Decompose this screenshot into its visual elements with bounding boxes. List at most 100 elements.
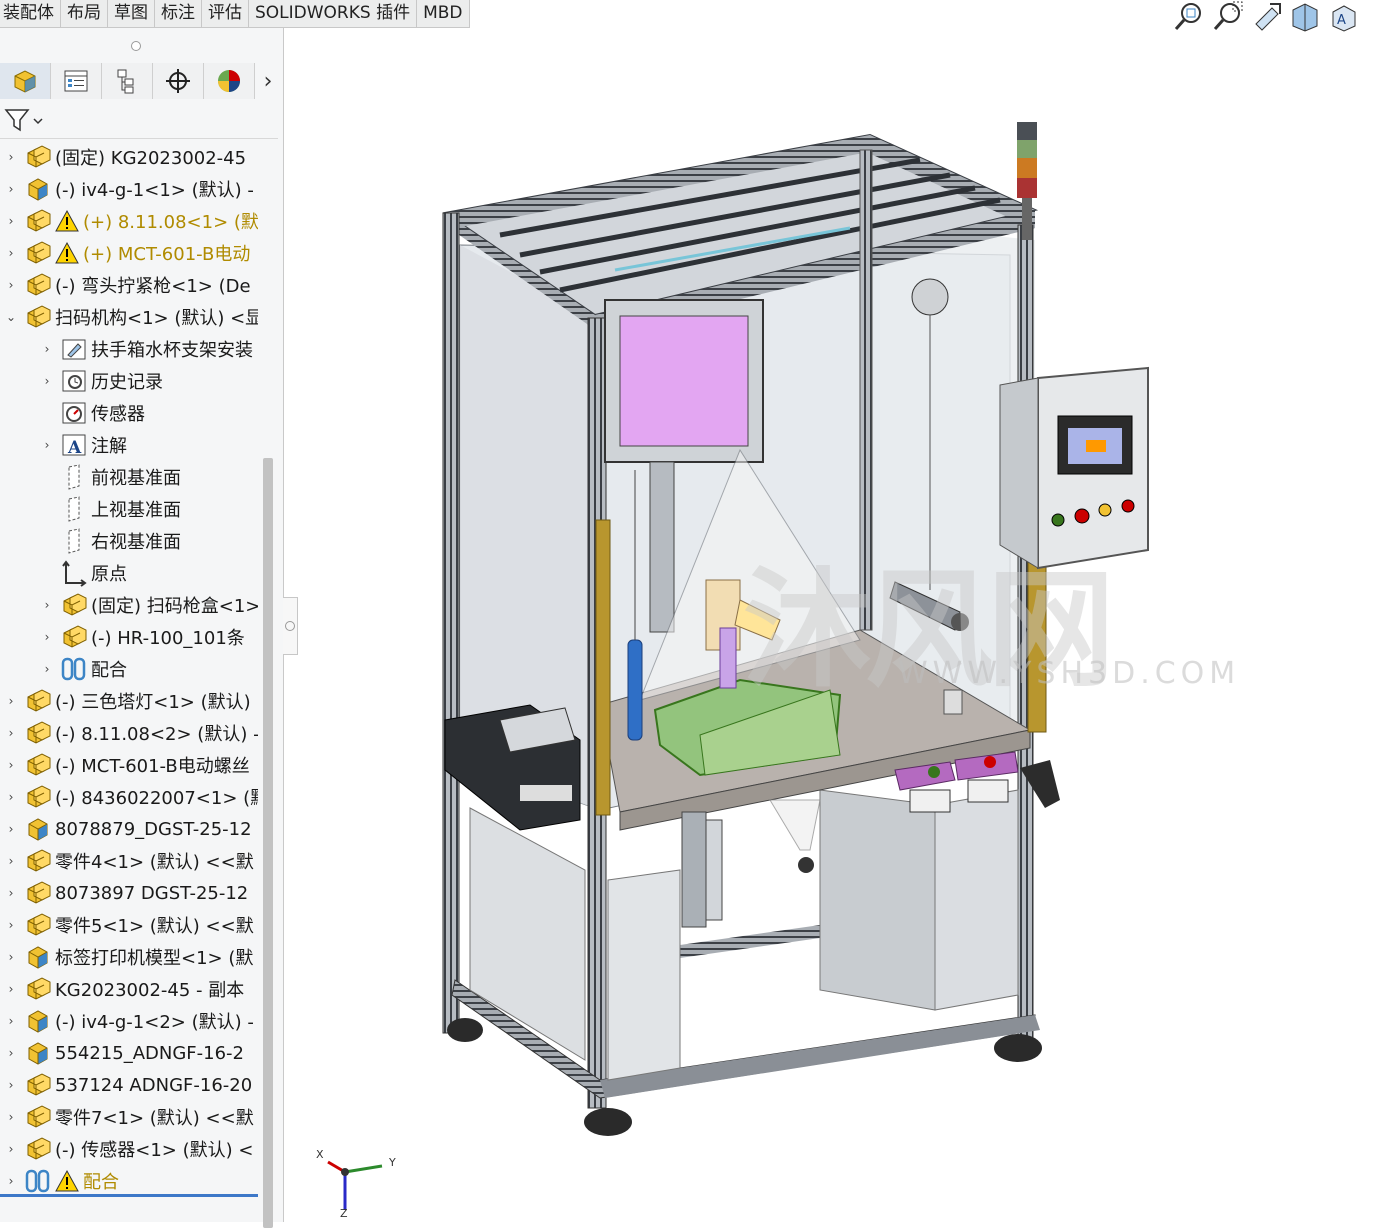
tree-item[interactable]: 右视基准面	[0, 525, 258, 557]
filter-icon[interactable]	[4, 108, 44, 132]
tree-item[interactable]: › (-) 8.11.08<2> (默认) -	[0, 717, 258, 749]
tree-item[interactable]: › (-) 弯头拧紧枪<1> (De	[0, 269, 258, 301]
tree-item[interactable]: › (固定) 扫码枪盒<1>	[0, 589, 258, 621]
command-tab[interactable]: 草图	[108, 0, 155, 28]
previous-view-icon[interactable]	[1250, 0, 1283, 33]
expand-caret-icon[interactable]: ›	[4, 726, 18, 740]
tree-item-label: 零件5<1> (默认) <<默	[55, 916, 254, 937]
tree-item-label: 零件7<1> (默认) <<默	[55, 1108, 254, 1129]
tree-item[interactable]: › (-) HR-100_101条	[0, 621, 258, 653]
configuration-manager-tab[interactable]	[102, 63, 153, 99]
expand-caret-icon[interactable]: ›	[4, 278, 18, 292]
expand-caret-icon[interactable]: ›	[4, 182, 18, 196]
section-view-icon[interactable]	[1289, 0, 1322, 33]
command-tab[interactable]: 装配体	[0, 0, 61, 28]
expand-caret-icon[interactable]: ›	[4, 1078, 18, 1092]
zoom-to-area-icon[interactable]	[1211, 0, 1244, 33]
plane-icon	[60, 495, 88, 523]
tree-item[interactable]: › (+) 8.11.08<1> (默	[0, 205, 258, 237]
dimxpert-manager-tab[interactable]	[153, 63, 204, 99]
tree-item[interactable]: › (-) iv4-g-1<2> (默认) -	[0, 1005, 258, 1037]
view-orientation-icon[interactable]: A	[1328, 0, 1361, 33]
tree-item-label: 传感器	[91, 404, 145, 425]
tree-item[interactable]: › 零件7<1> (默认) <<默	[0, 1101, 258, 1133]
expand-caret-icon[interactable]: ›	[4, 918, 18, 932]
tree-item-label: (-) 三色塔灯<1> (默认)	[55, 692, 251, 713]
tree-item[interactable]: › 8078879_DGST-25-12	[0, 813, 258, 845]
command-tab[interactable]: 评估	[202, 0, 249, 28]
expand-caret-icon[interactable]: ›	[40, 598, 54, 612]
tree-item[interactable]: 原点	[0, 557, 258, 589]
assembly-icon	[24, 303, 52, 331]
expand-caret-icon[interactable]: ›	[40, 342, 54, 356]
tree-item[interactable]: › (-) MCT-601-B电动螺丝	[0, 749, 258, 781]
display-manager-tab[interactable]	[204, 63, 255, 99]
tree-item[interactable]: 上视基准面	[0, 493, 258, 525]
expand-caret-icon[interactable]: ›	[40, 438, 54, 452]
tree-item[interactable]: › 配合	[0, 653, 258, 685]
feature-manager-tab[interactable]	[0, 63, 51, 99]
property-manager-tab[interactable]	[51, 63, 102, 99]
expand-caret-icon[interactable]: ›	[4, 822, 18, 836]
zoom-to-fit-icon[interactable]	[1172, 0, 1205, 33]
tree-item[interactable]: ⌄ 扫码机构<1> (默认) <显	[0, 301, 258, 333]
expand-caret-icon[interactable]: ›	[4, 1142, 18, 1156]
tree-item[interactable]: › 配合	[0, 1165, 258, 1197]
heads-up-view-toolbar: A	[1172, 0, 1361, 33]
expand-caret-icon[interactable]: ›	[40, 630, 54, 644]
expand-caret-icon[interactable]: ›	[4, 246, 18, 260]
tree-item[interactable]: › (-) iv4-g-1<1> (默认) -	[0, 173, 258, 205]
tree-item[interactable]: › 零件5<1> (默认) <<默	[0, 909, 258, 941]
tree-item[interactable]: 前视基准面	[0, 461, 258, 493]
tree-item[interactable]: › (固定) KG2023002-45	[0, 141, 258, 173]
tree-item[interactable]: › 扶手箱水杯支架安装	[0, 333, 258, 365]
tree-item-label: (-) 8436022007<1> (默	[55, 788, 258, 809]
collapse-caret-icon[interactable]: ⌄	[4, 310, 18, 324]
tree-item[interactable]: 传感器	[0, 397, 258, 429]
tree-item[interactable]: › KG2023002-45 - 副本	[0, 973, 258, 1005]
tree-item-label: 537124 ADNGF-16-20	[55, 1074, 253, 1096]
expand-caret-icon[interactable]: ›	[40, 662, 54, 676]
expand-caret-icon[interactable]: ›	[4, 1174, 18, 1188]
tree-item[interactable]: › (-) 传感器<1> (默认) <	[0, 1133, 258, 1165]
expand-caret-icon[interactable]: ›	[4, 950, 18, 964]
assembly-icon	[24, 783, 52, 811]
expand-caret-icon[interactable]: ›	[4, 758, 18, 772]
tree-item[interactable]: › 537124 ADNGF-16-20	[0, 1069, 258, 1101]
assembly-icon	[24, 1103, 52, 1131]
expand-caret-icon[interactable]: ›	[4, 982, 18, 996]
tree-scrollbar[interactable]	[263, 458, 273, 1228]
tree-item[interactable]: › (-) 8436022007<1> (默	[0, 781, 258, 813]
expand-caret-icon[interactable]: ›	[4, 790, 18, 804]
expand-caret-icon[interactable]: ›	[4, 886, 18, 900]
tree-item[interactable]: › (+) MCT-601-B电动	[0, 237, 258, 269]
expand-caret-icon[interactable]: ›	[4, 214, 18, 228]
panel-splitter[interactable]	[283, 597, 298, 655]
property-manager-icon	[64, 70, 88, 92]
graphics-area[interactable]: X Y Z 沐风网 WWW.YSH3D.COM	[298, 0, 1390, 1222]
annotation-icon: A	[60, 431, 88, 459]
expand-caret-icon[interactable]: ›	[4, 150, 18, 164]
tree-item[interactable]: › 标签打印机模型<1> (默	[0, 941, 258, 973]
manager-more-button[interactable]: ›	[255, 63, 281, 99]
tree-item[interactable]: › A 注解	[0, 429, 258, 461]
expand-caret-icon[interactable]: ›	[4, 1046, 18, 1060]
warning-icon	[55, 209, 79, 233]
mates-icon	[60, 655, 88, 683]
assembly-icon	[24, 975, 52, 1003]
expand-caret-icon[interactable]: ›	[4, 854, 18, 868]
expand-caret-icon[interactable]: ›	[4, 694, 18, 708]
tree-item[interactable]: › (-) 三色塔灯<1> (默认)	[0, 685, 258, 717]
tree-item[interactable]: › 零件4<1> (默认) <<默	[0, 845, 258, 877]
panel-grip[interactable]	[131, 41, 141, 51]
tree-item[interactable]: › 历史记录	[0, 365, 258, 397]
command-tab[interactable]: 标注	[155, 0, 202, 28]
command-tab[interactable]: 布局	[61, 0, 108, 28]
tree-item[interactable]: › 8073897 DGST-25-12	[0, 877, 258, 909]
tree-item[interactable]: › 554215_ADNGF-16-2	[0, 1037, 258, 1069]
assembly-icon	[24, 239, 52, 267]
expand-caret-icon[interactable]: ›	[40, 374, 54, 388]
expand-caret-icon[interactable]: ›	[4, 1110, 18, 1124]
expand-caret-icon[interactable]: ›	[4, 1014, 18, 1028]
tree-item-label: 原点	[91, 564, 127, 585]
